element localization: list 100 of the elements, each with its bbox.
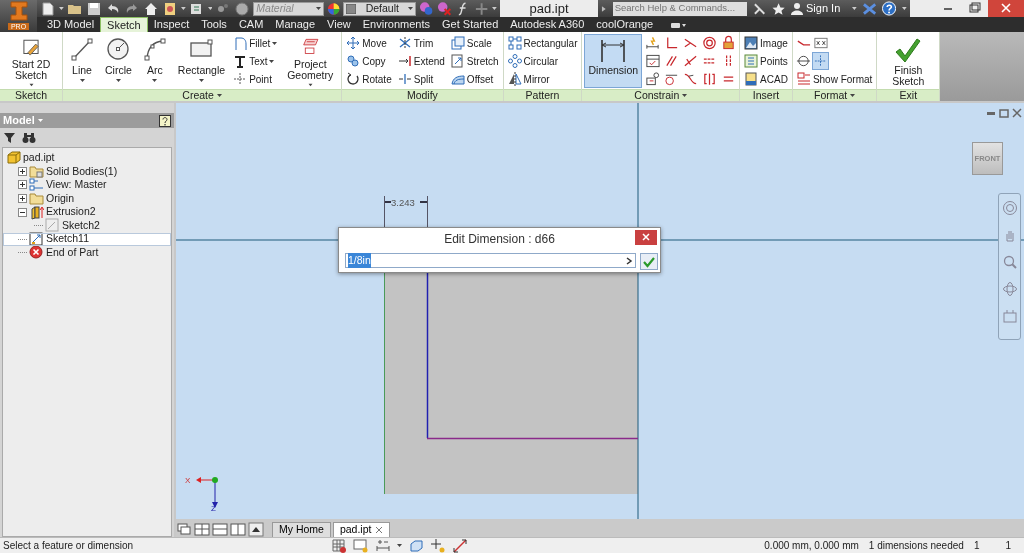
globe-icon[interactable]	[234, 0, 251, 17]
ribbon-button[interactable]: Copy	[344, 52, 394, 70]
chevron-icon[interactable]	[625, 255, 633, 266]
appearance-dropdown[interactable]: Default	[343, 1, 417, 16]
tree-item[interactable]: End of Part	[3, 246, 171, 260]
expand-icon[interactable]	[18, 166, 27, 176]
ribbon-tab[interactable]: 3D Model	[41, 17, 101, 32]
ribbon-button[interactable]: Rectangle	[173, 34, 230, 88]
ribbon-button[interactable]: Dimension	[584, 34, 643, 88]
ribbon-button[interactable]: Stretch	[448, 52, 501, 70]
panel-footer[interactable]: Constrain	[582, 89, 740, 101]
ribbon-button[interactable]: Rectangular	[505, 34, 580, 52]
save-icon[interactable]	[85, 0, 102, 17]
tolerance-icon[interactable]	[375, 537, 392, 553]
ribbon-button[interactable]: Split	[395, 70, 447, 88]
ribbon-button[interactable]: Points	[742, 52, 790, 70]
help-icon[interactable]	[159, 114, 171, 127]
binoculars-icon[interactable]	[22, 131, 36, 144]
ribbon-tab[interactable]: Sketch	[100, 17, 148, 32]
ribbon-button[interactable]: Circle	[101, 34, 136, 88]
tile-icon[interactable]	[194, 522, 210, 537]
ribbon-tab[interactable]: Manage	[269, 17, 322, 32]
zoom-icon[interactable]	[1001, 254, 1018, 270]
collapse-icon[interactable]	[18, 207, 27, 217]
tree-item[interactable]: View: Master	[3, 178, 171, 192]
ribbon-button[interactable]: Offset	[448, 70, 501, 88]
star-icon[interactable]	[771, 1, 786, 16]
add-point-icon[interactable]	[430, 537, 447, 553]
panel-footer[interactable]: Create	[63, 89, 342, 101]
ribbon-button[interactable]: Image	[742, 34, 790, 52]
coincident-icon[interactable]	[683, 53, 699, 69]
ribbon-button[interactable]: Scale	[448, 34, 501, 52]
exchange-icon[interactable]	[863, 1, 877, 16]
tree-item[interactable]: Sketch11	[3, 232, 171, 247]
color-wheel-icon[interactable]	[327, 1, 341, 16]
ribbon-button[interactable]: Point	[231, 70, 280, 88]
center-point-icon[interactable]	[795, 53, 811, 69]
orbit-icon[interactable]	[1001, 281, 1018, 297]
relax-icon[interactable]	[452, 537, 469, 553]
panel-footer[interactable]: Format	[792, 89, 877, 101]
ribbon-button[interactable]: Line	[65, 34, 99, 88]
filter-icon[interactable]	[3, 131, 16, 144]
ribbon-button[interactable]: Finish Sketch	[879, 34, 938, 88]
tree-item[interactable]: pad.ipt	[3, 151, 171, 165]
view-face-icon[interactable]	[408, 537, 425, 553]
restore-icon[interactable]	[999, 108, 1009, 118]
tile-horizontal-icon[interactable]	[212, 522, 228, 537]
grid-icon[interactable]	[331, 537, 348, 553]
document-tab[interactable]: My Home	[272, 522, 331, 537]
expand-arrow-icon[interactable]	[601, 4, 607, 13]
close-icon[interactable]	[1012, 108, 1022, 118]
ribbon-tab[interactable]: Inspect	[147, 17, 196, 32]
ribbon-button[interactable]: Mirror	[505, 70, 580, 88]
sign-in-button[interactable]: Sign In	[791, 0, 841, 17]
ribbon-button[interactable]: Move	[344, 34, 394, 52]
cascade-icon[interactable]	[176, 522, 192, 537]
ribbon-button[interactable]: Rotate	[344, 70, 394, 88]
concentric-icon[interactable]	[702, 35, 718, 51]
ribbon-button[interactable]: Circular	[505, 52, 580, 70]
lock-icon[interactable]	[721, 35, 737, 51]
expand-icon[interactable]	[18, 180, 27, 190]
checkmark-icon[interactable]	[643, 255, 655, 268]
constraint-inference-icon[interactable]	[645, 71, 661, 87]
tree-item[interactable]: Origin	[3, 191, 171, 206]
ribbon-tab[interactable]: coolOrange	[590, 17, 660, 32]
search-field[interactable]: Search Help & Commands...	[612, 1, 747, 16]
ribbon-tab[interactable]: Tools	[195, 17, 233, 32]
ribbon-tab[interactable]: CAM	[232, 17, 270, 32]
ribbon-tab[interactable]: View	[321, 17, 357, 32]
expand-icon[interactable]	[18, 194, 27, 204]
ribbon-button[interactable]: Start 2D Sketch	[2, 34, 60, 88]
ribbon-button[interactable]: Project Geometry	[281, 34, 340, 88]
dimension-field[interactable]: 1/8in	[345, 253, 636, 268]
ribbon-button[interactable]: Arc	[137, 34, 172, 88]
dimension-value[interactable]: 3.243	[391, 196, 415, 211]
symmetric-icon[interactable]	[702, 71, 718, 87]
tree-item[interactable]: Solid Bodies(1)	[3, 164, 171, 179]
driven-dimension-icon[interactable]	[812, 35, 828, 51]
ribbon-button[interactable]: Text	[231, 52, 280, 70]
appearance-icon[interactable]	[419, 0, 435, 17]
ribbon-tab[interactable]: Autodesk A360	[504, 17, 591, 32]
auto-dimension-icon[interactable]	[645, 35, 661, 51]
clear-appearance-icon[interactable]	[437, 0, 453, 17]
ribbon-button[interactable]: Trim	[395, 34, 447, 52]
ribbon-button[interactable]: Show Format	[794, 70, 875, 88]
tree-item[interactable]: Extrusion2	[3, 205, 171, 219]
ribbon-button[interactable]: Fillet	[231, 34, 280, 52]
smooth-icon[interactable]	[683, 71, 699, 87]
constraint-settings-icon[interactable]	[645, 53, 661, 69]
new-file-icon[interactable]	[40, 0, 56, 17]
centerline-icon[interactable]	[812, 53, 828, 69]
ribbon-tab[interactable]: Environments	[356, 17, 436, 32]
ribbon-tab[interactable]: Get Started	[436, 17, 505, 32]
tree-item[interactable]: Sketch2	[3, 218, 171, 233]
tile-vertical-icon[interactable]	[230, 522, 246, 537]
parallel-icon[interactable]	[664, 53, 680, 69]
ribbon-button[interactable]: Extend	[395, 52, 447, 70]
perpendicular-icon[interactable]	[664, 35, 680, 51]
document-tab[interactable]: pad.ipt	[332, 522, 391, 537]
ribbon-button[interactable]: ACAD	[742, 70, 790, 88]
